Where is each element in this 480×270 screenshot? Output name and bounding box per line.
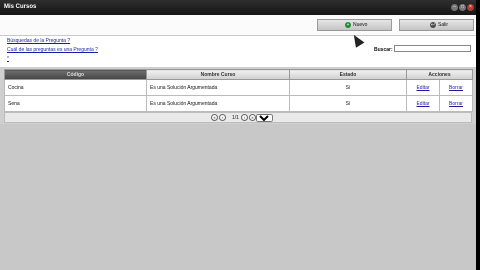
- edit-cell: Editar: [406, 95, 440, 112]
- maximize-icon[interactable]: □: [459, 4, 466, 11]
- cell-name: Es una Solución Argumentada: [146, 95, 290, 112]
- content-area: [0, 124, 476, 270]
- cell-status: Sí: [289, 95, 407, 112]
- title-bar: Mis Cursos – □ ×: [0, 0, 476, 15]
- app-window: Mis Cursos – □ × + Nuevo ↩ Salir Búsqued…: [0, 0, 476, 270]
- delete-link[interactable]: Borrar: [449, 101, 463, 107]
- cell-code: Sena: [4, 95, 147, 112]
- choose-question-link[interactable]: Cuál de las preguntas es una Pregunta ?: [7, 47, 98, 53]
- exit-button[interactable]: ↩ Salir: [399, 19, 474, 31]
- column-header-code[interactable]: Código: [4, 69, 147, 80]
- page-info: 1/1: [232, 115, 239, 121]
- cell-code: Cocina: [4, 79, 147, 96]
- column-header-status[interactable]: Estado: [289, 69, 407, 80]
- close-icon[interactable]: ×: [467, 4, 474, 11]
- exit-button-label: Salir: [438, 22, 449, 28]
- next-page-icon[interactable]: ›: [241, 114, 248, 121]
- delete-cell: Borrar: [438, 95, 474, 112]
- window-title: Mis Cursos: [4, 4, 37, 10]
- last-page-icon[interactable]: »: [249, 114, 256, 121]
- plus-circle-icon: +: [345, 22, 351, 28]
- new-button[interactable]: + Nuevo: [317, 19, 392, 31]
- exit-icon: ↩: [430, 22, 436, 28]
- delete-link[interactable]: Borrar: [449, 85, 463, 91]
- delete-cell: Borrar: [438, 79, 474, 96]
- search-help-link[interactable]: Búsquedas de la Pregunta ?: [7, 38, 70, 44]
- cell-status: Sí: [289, 79, 407, 96]
- page-size-select[interactable]: 10: [256, 114, 273, 122]
- column-header-actions: Acciones: [405, 69, 474, 80]
- first-page-icon[interactable]: «: [211, 114, 218, 121]
- edit-link[interactable]: Editar: [416, 85, 429, 91]
- asterisk-link[interactable]: *: [7, 56, 9, 62]
- minimize-icon[interactable]: –: [451, 4, 458, 11]
- search-label: Buscar:: [374, 47, 393, 53]
- new-button-label: Nuevo: [353, 22, 368, 28]
- cell-name: Es una Solución Argumentada: [146, 79, 290, 96]
- table-row[interactable]: Cocina Es una Solución Argumentada Sí Ed…: [4, 79, 474, 96]
- edit-cell: Editar: [406, 79, 440, 96]
- courses-table: Código Nombre Curso Estado Acciones Coci…: [4, 69, 474, 112]
- search-input[interactable]: [394, 45, 471, 52]
- column-header-name[interactable]: Nombre Curso: [146, 69, 290, 80]
- options-panel: Búsquedas de la Pregunta ? Cuál de las p…: [0, 36, 476, 67]
- prev-page-icon[interactable]: ‹: [219, 114, 226, 121]
- toolbar: + Nuevo ↩ Salir: [0, 15, 476, 36]
- edit-link[interactable]: Editar: [416, 101, 429, 107]
- table-row[interactable]: Sena Es una Solución Argumentada Sí Edit…: [4, 95, 474, 112]
- pagination-bar: « ‹ 1/1 › » 10: [4, 112, 472, 123]
